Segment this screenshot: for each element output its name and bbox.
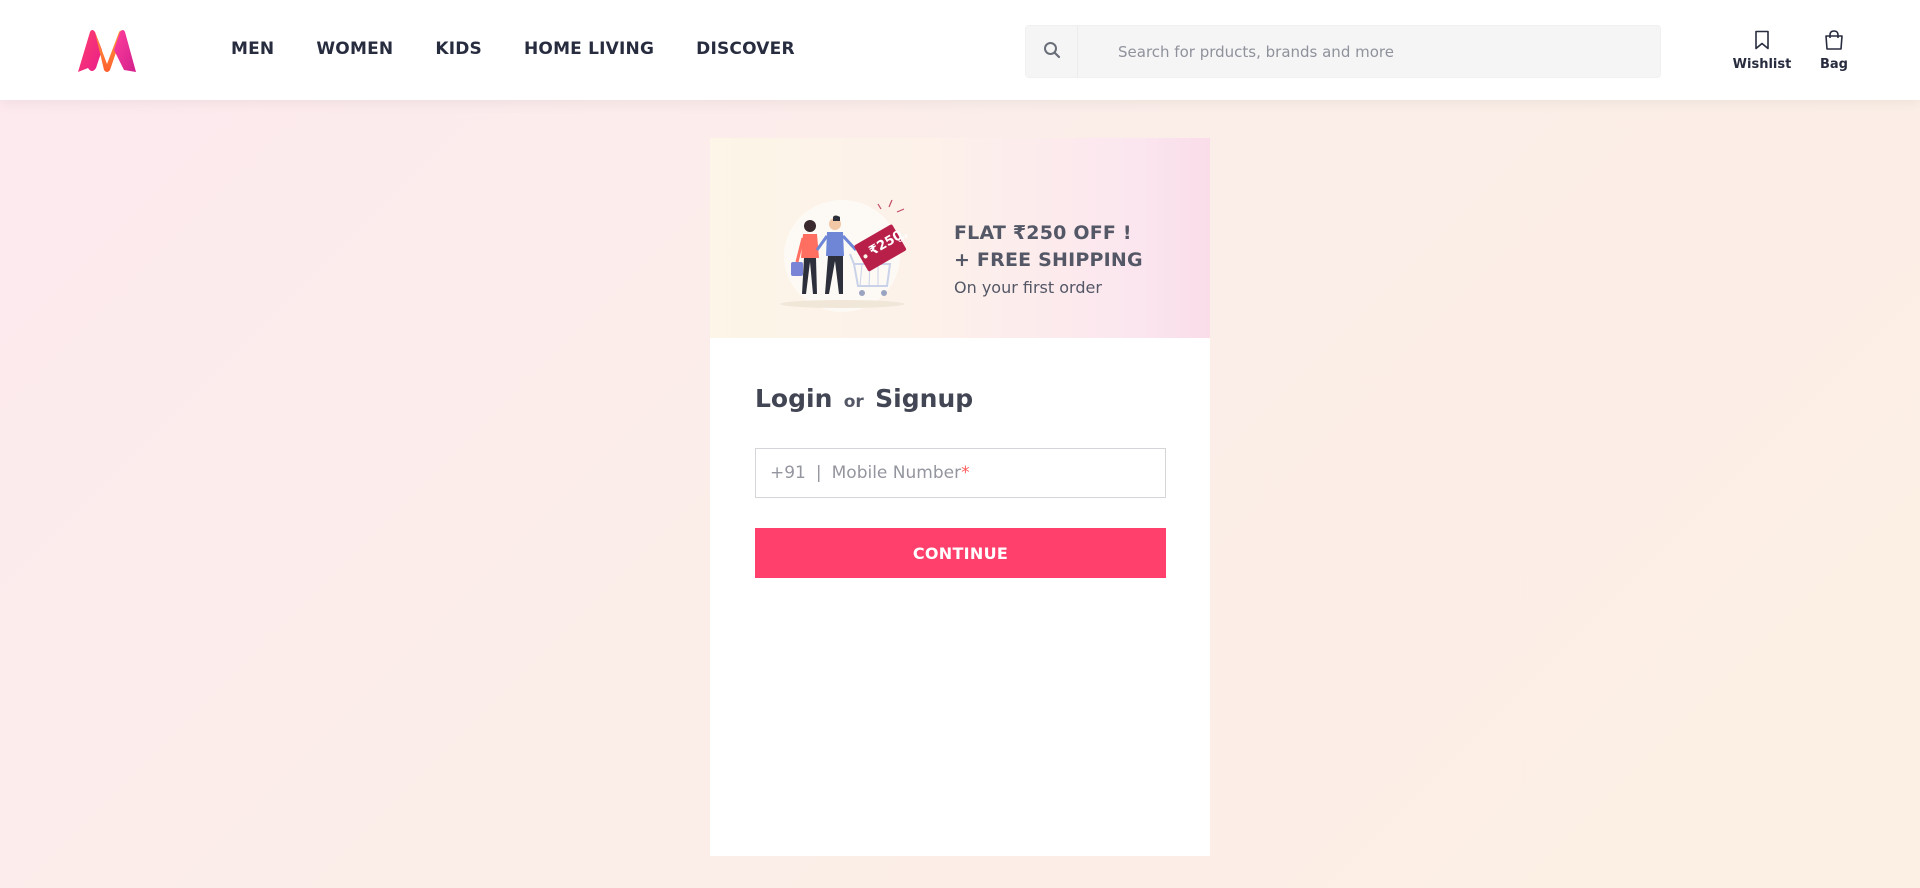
signup-word: Signup: [875, 384, 974, 413]
offer-headline: FLAT ₹250 OFF !: [954, 222, 1132, 244]
or-word: or: [843, 392, 864, 412]
nav-item-discover[interactable]: DISCOVER: [696, 36, 795, 62]
offer-banner: ₹250 OFF FLAT ₹250 OFF ! + FREE SHIPPING…: [710, 138, 1210, 338]
login-heading: Login or Signup: [755, 384, 973, 413]
search-input[interactable]: [1079, 26, 1660, 77]
login-card: ₹250 OFF FLAT ₹250 OFF ! + FREE SHIPPING…: [710, 138, 1210, 856]
main-nav: MEN WOMEN KIDS HOME LIVING DISCOVER: [231, 36, 837, 62]
country-code: +91: [770, 463, 806, 483]
bookmark-icon: [1753, 30, 1771, 54]
offer-subtext: On your first order: [954, 278, 1102, 297]
nav-item-women[interactable]: WOMEN: [316, 36, 393, 62]
shopping-couple-illustration: ₹250 OFF: [770, 198, 930, 313]
nav-item-kids[interactable]: KIDS: [435, 36, 482, 62]
required-asterisk: *: [961, 463, 970, 483]
shopping-bag-icon: [1823, 30, 1845, 54]
bag-button[interactable]: Bag: [1818, 30, 1850, 72]
mobile-number-placeholder-text: Mobile Number: [831, 463, 962, 483]
search-bar: [1025, 25, 1661, 78]
continue-button[interactable]: CONTINUE: [755, 528, 1166, 578]
search-icon: [1043, 41, 1061, 63]
search-button[interactable]: [1026, 26, 1078, 77]
top-header: MEN WOMEN KIDS HOME LIVING DISCOVER Wish…: [0, 0, 1920, 100]
myntra-logo[interactable]: [76, 28, 138, 74]
nav-item-home-living[interactable]: HOME LIVING: [524, 36, 654, 62]
mobile-number-placeholder: Mobile Number*: [832, 463, 970, 483]
mobile-number-field[interactable]: +91 | Mobile Number*: [755, 448, 1166, 498]
nav-item-men[interactable]: MEN: [231, 36, 274, 62]
field-separator: |: [815, 463, 822, 483]
wishlist-button[interactable]: Wishlist: [1733, 30, 1791, 72]
login-word: Login: [755, 384, 833, 413]
wishlist-label: Wishlist: [1732, 57, 1792, 72]
bag-label: Bag: [1820, 57, 1848, 72]
offer-shipping: + FREE SHIPPING: [954, 249, 1143, 271]
